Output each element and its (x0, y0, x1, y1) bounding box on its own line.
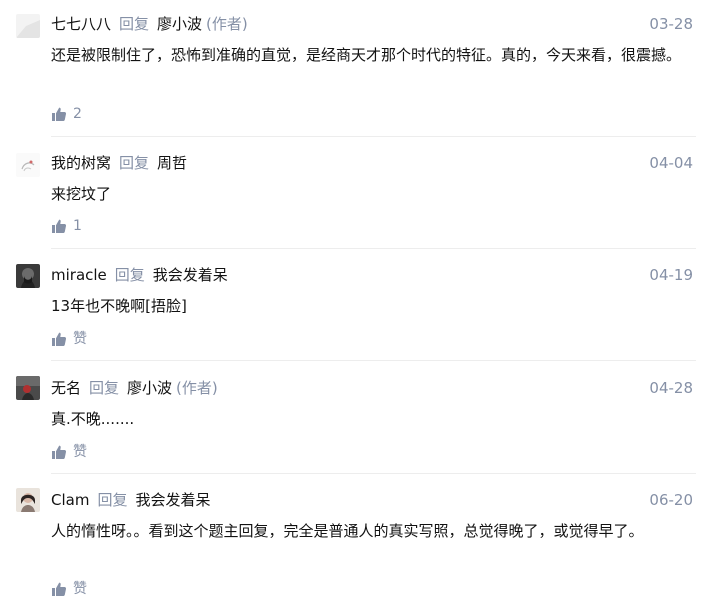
comment-item: 无名 回复 廖小波 (作者) 04-28 真.不晚....... 赞 (0, 376, 720, 466)
avatar-image-icon (16, 264, 40, 288)
user-name[interactable]: 我的树窝 (51, 154, 111, 172)
like-button[interactable]: 赞 (51, 579, 87, 599)
author-tag: (作者) (176, 379, 218, 397)
like-button[interactable]: 2 (51, 104, 82, 124)
thumbs-up-icon (51, 444, 67, 460)
thumbs-up-icon (51, 331, 67, 347)
comment-date: 04-19 (649, 266, 693, 284)
reply-label: 回复 (89, 379, 120, 397)
comment-item: 七七八八 回复 廖小波 (作者) 03-28 还是被限制住了，恐怖到准确的直觉，是经商… (0, 12, 720, 134)
comment-text: 真.不晚....... (51, 410, 135, 428)
comment-text: 来挖坟了 (51, 185, 112, 203)
author-tag: (作者) (206, 15, 248, 33)
divider (51, 473, 696, 474)
comment-meta: miracle 回复 我会发着呆 (51, 263, 228, 287)
comment-meta: 我的树窝 回复 周哲 (51, 151, 187, 175)
divider (51, 136, 696, 137)
user-avatar[interactable] (16, 153, 40, 177)
avatar-image-icon (16, 488, 40, 512)
comment-item: Clam 回复 我会发着呆 06-20 人的惰性呀。。看到这个题主回复，完全是普通人… (0, 488, 720, 603)
comment-text: 13年也不晚啊[捂脸] (51, 297, 187, 315)
reply-target-name[interactable]: 廖小波 (157, 15, 202, 33)
like-button[interactable]: 赞 (51, 329, 87, 349)
reply-label: 回复 (97, 491, 128, 509)
user-avatar[interactable] (16, 14, 40, 38)
comment-item: 我的树窝 回复 周哲 04-04 来挖坟了 1 (0, 151, 720, 241)
comment-text: 还是被限制住了，恐怖到准确的直觉，是经商天才那个时代的特征。真的，今天来看，很震… (51, 46, 682, 64)
user-avatar[interactable] (16, 264, 40, 288)
comment-date: 04-28 (649, 379, 693, 397)
thumbs-up-icon (51, 218, 67, 234)
reply-target-name[interactable]: 周哲 (157, 154, 187, 172)
reply-target-name[interactable]: 我会发着呆 (135, 491, 210, 509)
comment-meta: 无名 回复 廖小波 (作者) (51, 376, 218, 400)
user-name[interactable]: 七七八八 (51, 15, 111, 33)
reply-target-name[interactable]: 廖小波 (127, 379, 172, 397)
thumbs-up-icon (51, 581, 67, 597)
reply-target-name[interactable]: 我会发着呆 (153, 266, 228, 284)
comment-meta: Clam 回复 我会发着呆 (51, 488, 210, 512)
reply-label: 回复 (119, 154, 150, 172)
user-name[interactable]: miracle (51, 266, 107, 284)
comment-date: 03-28 (649, 15, 693, 33)
avatar-image-icon (16, 153, 40, 177)
comment-text: 人的惰性呀。。看到这个题主回复，完全是普通人的真实写照，总觉得晚了，或觉得早了。 (51, 522, 644, 540)
like-label: 赞 (73, 444, 87, 460)
like-button[interactable]: 赞 (51, 442, 87, 462)
comment-item: miracle 回复 我会发着呆 04-19 13年也不晚啊[捂脸] 赞 (0, 263, 720, 353)
comment-date: 04-04 (649, 154, 693, 172)
reply-label: 回复 (119, 15, 150, 33)
avatar-image-icon (16, 376, 40, 400)
user-name[interactable]: Clam (51, 491, 89, 509)
comment-meta: 七七八八 回复 廖小波 (作者) (51, 12, 248, 36)
comment-date: 06-20 (649, 491, 693, 509)
thumbs-up-icon (51, 106, 67, 122)
divider (51, 248, 696, 249)
like-count: 2 (73, 106, 82, 122)
user-name[interactable]: 无名 (51, 379, 81, 397)
like-label: 赞 (73, 331, 87, 347)
like-label: 赞 (73, 581, 87, 597)
like-count: 1 (73, 218, 82, 234)
like-button[interactable]: 1 (51, 216, 82, 236)
user-avatar[interactable] (16, 488, 40, 512)
reply-label: 回复 (114, 266, 145, 284)
divider (51, 360, 696, 361)
comment-list: 七七八八 回复 廖小波 (作者) 03-28 还是被限制住了，恐怖到准确的直觉，是经商… (0, 0, 720, 603)
user-avatar[interactable] (16, 376, 40, 400)
avatar-image-icon (16, 14, 40, 38)
